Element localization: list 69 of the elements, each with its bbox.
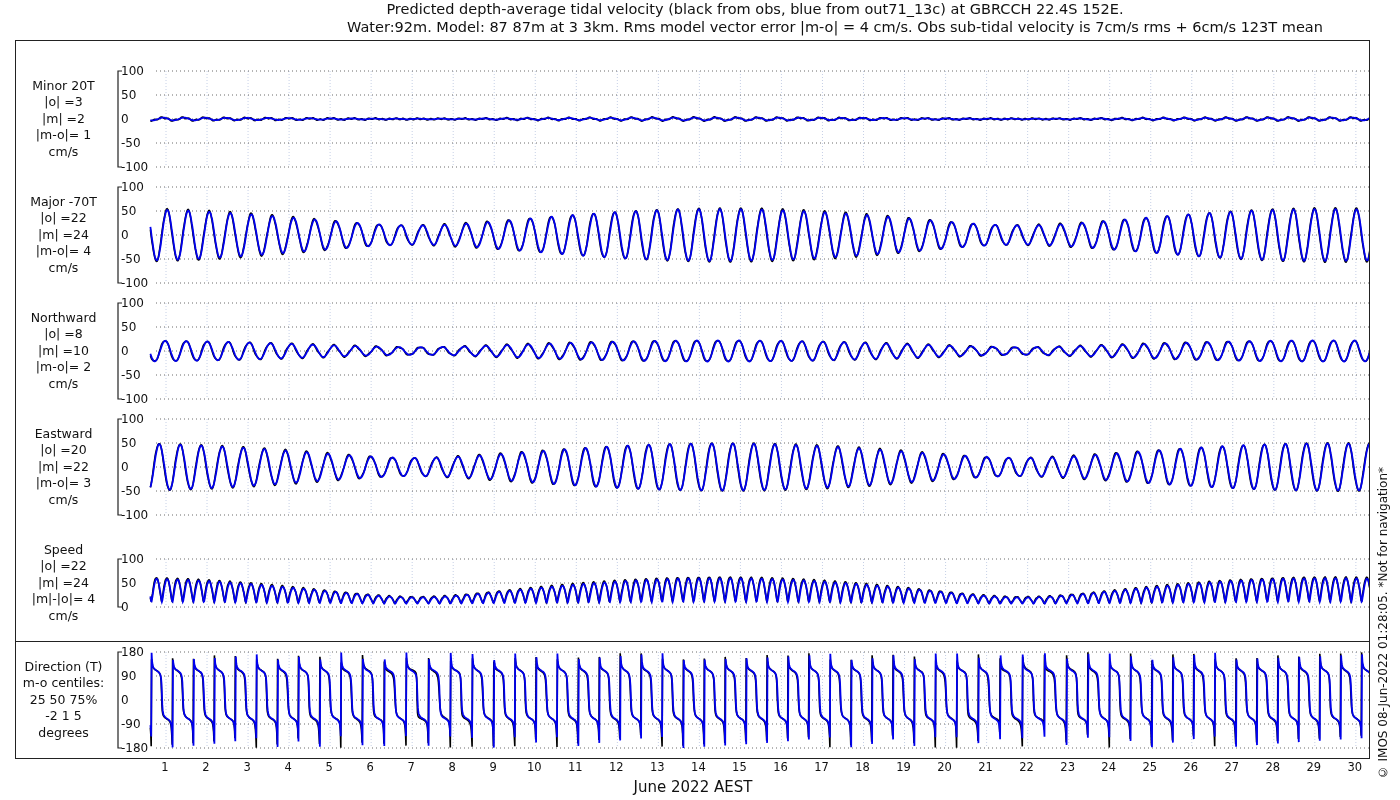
y-tick-label: 0 — [121, 459, 129, 474]
y-tick-label: -100 — [121, 159, 149, 174]
x-tick-label: 1 — [161, 760, 169, 774]
y-tick-label: 50 — [121, 435, 137, 450]
x-tick-label: 2 — [202, 760, 210, 774]
x-tick-label: 16 — [773, 760, 788, 774]
y-tick-label: 0 — [121, 111, 129, 126]
x-tick-label: 14 — [691, 760, 706, 774]
x-tick-label: 15 — [732, 760, 747, 774]
y-tick-label: -180 — [121, 740, 149, 755]
x-tick-label: 10 — [526, 760, 542, 774]
x-tick-label: 28 — [1265, 760, 1281, 774]
x-tick-label: 12 — [609, 760, 624, 774]
x-tick-label: 6 — [366, 760, 374, 774]
y-tick-label: -50 — [121, 251, 141, 266]
y-tick-label: 100 — [121, 295, 144, 310]
x-tick-label: 4 — [284, 760, 292, 774]
x-axis-label: June 2022 AEST — [633, 778, 753, 796]
x-tick-label: 21 — [978, 760, 993, 774]
y-tick-label: -100 — [121, 275, 149, 290]
x-tick-label: 29 — [1306, 760, 1322, 774]
x-tick-label: 8 — [448, 760, 456, 774]
y-tick-label: 180 — [121, 644, 144, 659]
y-tick-label: 100 — [121, 551, 144, 566]
x-tick-label: 5 — [325, 760, 333, 774]
x-tick-label: 27 — [1224, 760, 1240, 774]
y-tick-label: -50 — [121, 367, 141, 382]
y-tick-label: 90 — [121, 668, 137, 683]
panel-label: Northward |o| =8 |m| =10 |m-o|= 2 cm/s — [29, 309, 98, 393]
x-tick-label: 13 — [650, 760, 665, 774]
y-tick-label: -100 — [121, 391, 149, 406]
panel-label: Minor 20T |o| =3 |m| =2 |m-o|= 1 cm/s — [31, 77, 96, 161]
x-tick-label: 3 — [243, 760, 251, 774]
x-tick-label: 17 — [814, 760, 829, 774]
y-tick-label: 100 — [121, 179, 144, 194]
x-tick-label: 9 — [489, 760, 497, 774]
x-tick-label: 26 — [1183, 760, 1199, 774]
chart-title: Water:92m. Model: 87 87m at 3 3km. Rms model vector error |m-o| = 4 cm/s. Obs sub-tidal velocity is 7cm/s rms + 6cm/s 123T mean — [347, 18, 1323, 36]
y-tick-label: 0 — [121, 692, 129, 707]
y-tick-label: 50 — [121, 575, 137, 590]
y-tick-label: -100 — [121, 507, 149, 522]
chart-title: Predicted depth-average tidal velocity (black from obs, blue from out71_13c) at GBRCCH 22.4S 152E. — [386, 0, 1124, 18]
panel-label: Major -70T |o| =22 |m| =24 |m-o|= 4 cm/s — [29, 193, 98, 277]
x-tick-label: 25 — [1142, 760, 1158, 774]
y-tick-label: 100 — [121, 63, 144, 78]
credit-text: © IMOS 08-Jun-2022 01:28:05. *Not for navigation* — [1376, 466, 1391, 779]
x-tick-label: 24 — [1101, 760, 1116, 774]
x-tick-label: 18 — [855, 760, 870, 774]
y-tick-label: 50 — [121, 203, 137, 218]
x-tick-label: 7 — [407, 760, 415, 774]
y-tick-label: -50 — [121, 135, 141, 150]
y-tick-label: 0 — [121, 227, 129, 242]
y-tick-label: -50 — [121, 483, 141, 498]
y-tick-label: 0 — [121, 599, 129, 614]
x-tick-label: 22 — [1019, 760, 1034, 774]
panel-label: Direction (T) m-o centiles: 25 50 75% -2 1 5 degrees — [21, 658, 106, 742]
x-tick-label: 19 — [896, 760, 911, 774]
x-tick-label: 30 — [1347, 760, 1363, 774]
y-tick-label: 50 — [121, 319, 137, 334]
y-tick-label: 0 — [121, 343, 129, 358]
y-tick-label: 50 — [121, 87, 137, 102]
y-axis — [117, 558, 123, 608]
y-tick-label: -90 — [121, 716, 141, 731]
y-tick-label: 100 — [121, 411, 144, 426]
panel-label: Eastward |o| =20 |m| =22 |m-o|= 3 cm/s — [33, 425, 94, 509]
x-tick-label: 20 — [937, 760, 952, 774]
x-tick-label: 23 — [1060, 760, 1075, 774]
x-tick-label: 11 — [568, 760, 583, 774]
panel-label: Speed |o| =22 |m| =24 |m|-|o|= 4 cm/s — [30, 541, 97, 625]
